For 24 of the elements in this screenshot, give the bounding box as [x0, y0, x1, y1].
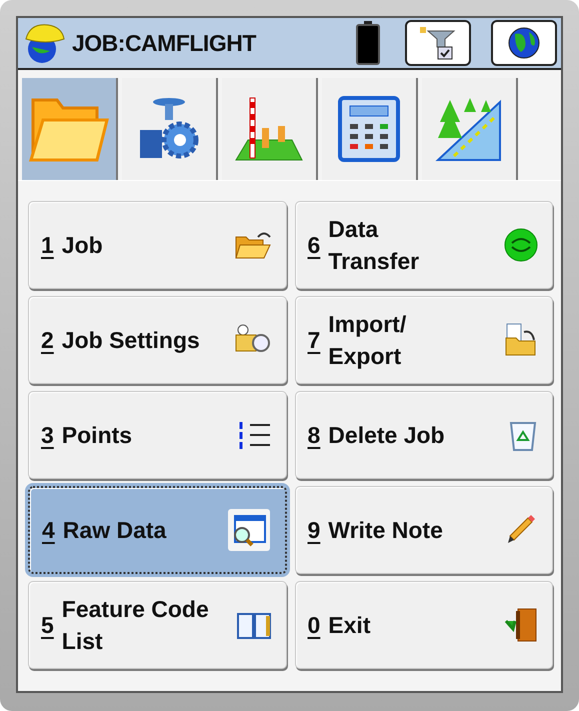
- menu-button[interactable]: 2 Job Settings: [28, 296, 286, 384]
- raw-data-icon: [226, 508, 270, 552]
- tab[interactable]: [322, 78, 418, 180]
- book-icon: [236, 610, 272, 640]
- toolbar-button[interactable]: [491, 20, 557, 66]
- calculator-icon: [336, 96, 402, 162]
- road-trees-icon: [434, 96, 504, 162]
- tab[interactable]: [222, 78, 318, 180]
- window-title: JOB:CAMFLIGHT: [72, 30, 258, 56]
- import-export-icon: [504, 322, 538, 358]
- exit-door-icon: [504, 607, 538, 643]
- filter-check-icon: [418, 25, 458, 61]
- tab[interactable]: [422, 78, 518, 180]
- numbered-list-icon: [238, 419, 272, 451]
- globe-icon: [507, 26, 541, 60]
- toolbar-button[interactable]: [405, 20, 471, 66]
- menu-button[interactable]: 3 Points: [28, 391, 286, 479]
- sync-icon: [504, 228, 538, 262]
- menu-button[interactable]: 8 Delete Job: [294, 391, 553, 479]
- menu-button[interactable]: 0 Exit: [294, 581, 553, 669]
- level-chart-icon: [234, 96, 304, 162]
- menu-button[interactable]: 9 Write Note: [294, 486, 553, 574]
- tab[interactable]: [122, 78, 218, 180]
- menu-button[interactable]: 1 Job: [28, 201, 286, 289]
